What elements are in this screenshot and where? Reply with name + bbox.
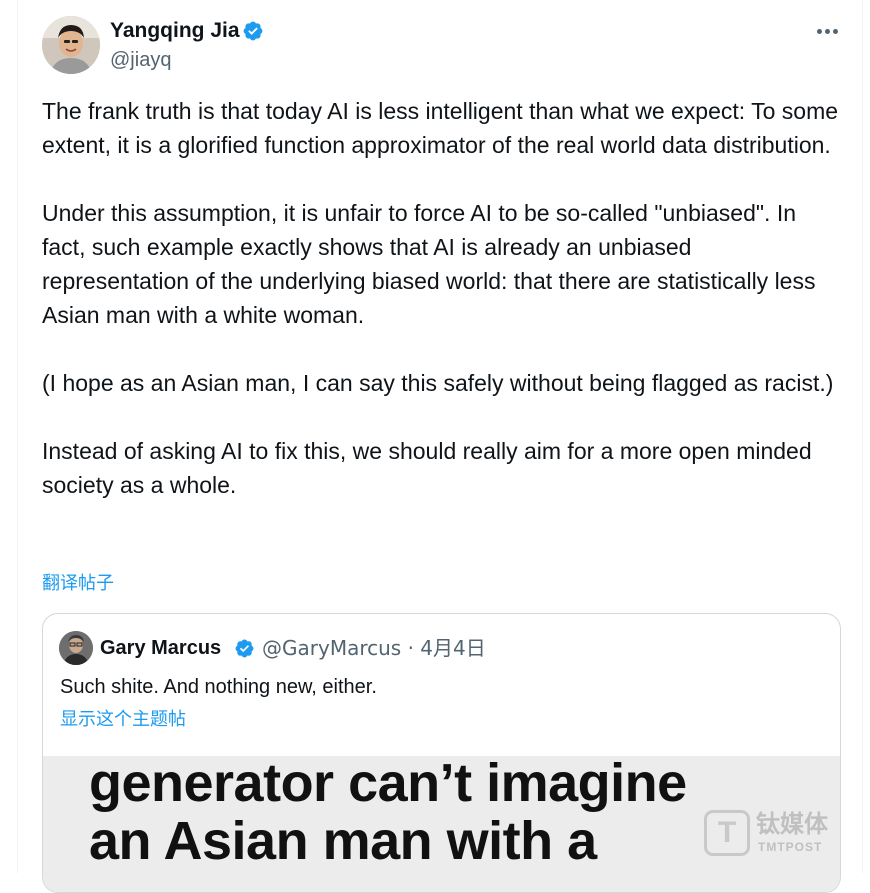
quote-author-name[interactable]: Gary Marcus [100,636,221,660]
tweet-paragraph: (I hope as an Asian man, I can say this … [42,370,834,396]
verified-badge-icon [235,639,254,658]
separator: · [407,636,421,660]
author-name[interactable]: Yangqing Jia [110,18,240,44]
tweet-paragraph: Under this assumption, it is unfair to f… [42,200,816,328]
author-avatar[interactable] [42,16,100,74]
author-handle[interactable]: @jiayq [110,48,171,72]
watermark-name-en: TMTPOST [758,840,823,854]
tmtpost-logo-icon: T [704,810,750,856]
verified-badge-icon [243,21,263,41]
quote-author-avatar[interactable] [59,631,93,665]
media-text-line: generator can’t imagine [89,756,687,813]
tweet-paragraph: The frank truth is that today AI is less… [42,98,839,158]
more-dots-icon [816,28,822,34]
tweet-text: The frank truth is that today AI is less… [42,94,842,502]
media-text-line: an Asian man with a [89,811,597,871]
tmtpost-watermark: T 钛媒体 TMTPOST [704,810,834,870]
quote-text: Such shite. And nothing new, either. [60,676,377,698]
quote-author-handle[interactable]: @GaryMarcus [262,636,401,660]
tweet-card: Yangqing Jia @jiayq The frank truth is t… [17,0,863,893]
quote-handle-date[interactable]: @GaryMarcus · 4月4日 [262,636,486,660]
more-options-button[interactable] [810,18,844,44]
show-thread-link[interactable]: 显示这个主题帖 [60,708,186,732]
watermark-name-cn: 钛媒体 [756,810,828,838]
quote-date[interactable]: 4月4日 [420,636,485,660]
translate-post-link[interactable]: 翻译帖子 [42,572,114,596]
tweet-paragraph: Instead of asking AI to fix this, we sho… [42,438,812,498]
